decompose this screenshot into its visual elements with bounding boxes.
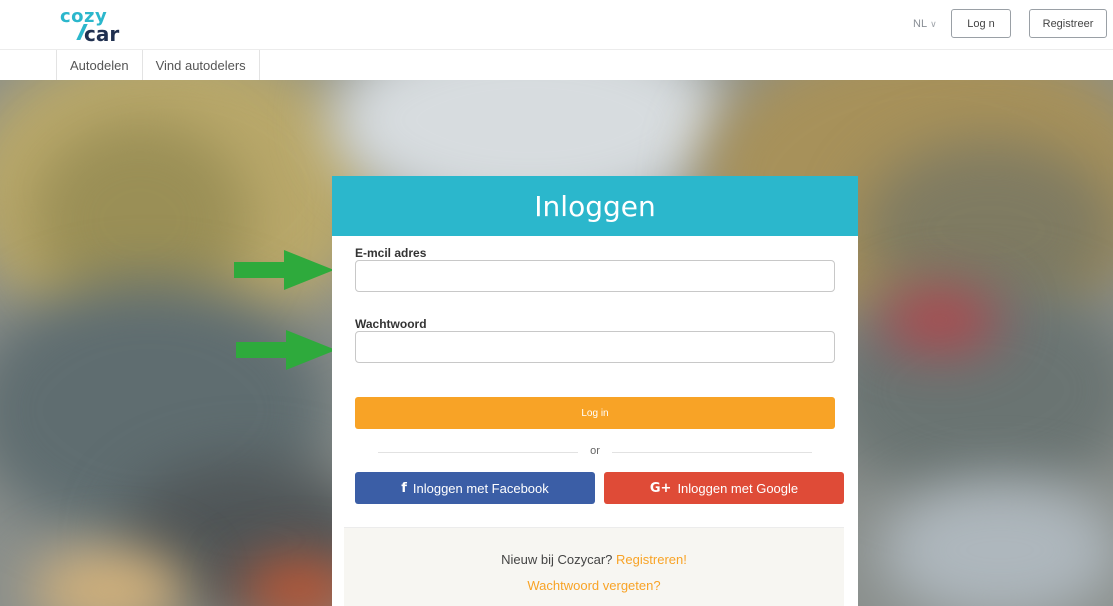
subnav-item-autodelen[interactable]: Autodelen	[57, 50, 143, 80]
password-label: Wachtwoord	[355, 317, 427, 331]
email-label: E-mcil adres	[355, 246, 427, 260]
header-login-button[interactable]: Log n	[951, 9, 1011, 38]
email-field[interactable]	[355, 260, 835, 292]
register-prompt: Nieuw bij Cozycar? Registreren!	[344, 552, 844, 567]
chevron-down-icon: ∨	[930, 19, 937, 29]
google-login-button[interactable]: G+ Inloggen met Google	[604, 472, 844, 504]
logo-text-bottom: car	[84, 22, 120, 46]
new-user-text: Nieuw bij Cozycar?	[501, 552, 613, 567]
facebook-button-label: Inloggen met Facebook	[412, 480, 549, 496]
annotation-arrow-right-icon	[234, 250, 334, 290]
register-link[interactable]: Registreren!	[616, 552, 687, 567]
cozycar-logo[interactable]: cozy car	[60, 6, 142, 46]
top-navbar: cozy car NL ∨ Log n Registreer	[0, 0, 1113, 50]
or-divider-text: or	[590, 445, 600, 457]
login-modal: Inloggen E-mcil adres Wachtwoord Log in …	[332, 176, 858, 606]
facebook-icon: f	[401, 480, 407, 496]
modal-header: Inloggen	[332, 176, 858, 236]
language-label: NL	[913, 18, 928, 30]
header-register-button[interactable]: Registreer	[1029, 9, 1107, 38]
divider-line-right	[612, 452, 812, 453]
google-button-label: Inloggen met Google	[677, 480, 799, 496]
language-selector[interactable]: NL ∨	[913, 18, 937, 30]
login-button[interactable]: Log in	[355, 397, 835, 429]
annotation-arrow-right-icon	[236, 330, 336, 370]
subnav-item-vind-autodelers[interactable]: Vind autodelers	[142, 50, 260, 80]
facebook-login-button[interactable]: f Inloggen met Facebook	[355, 472, 595, 504]
sub-navigation: Autodelen Vind autodelers	[56, 50, 260, 80]
forgot-password-link[interactable]: Wachtwoord vergeten?	[527, 578, 660, 593]
modal-title: Inloggen	[534, 189, 656, 223]
forgot-password-row: Wachtwoord vergeten?	[344, 578, 844, 593]
modal-footer: Nieuw bij Cozycar? Registreren! Wachtwoo…	[344, 527, 844, 606]
google-plus-icon: G+	[649, 480, 672, 496]
password-field[interactable]	[355, 331, 835, 363]
